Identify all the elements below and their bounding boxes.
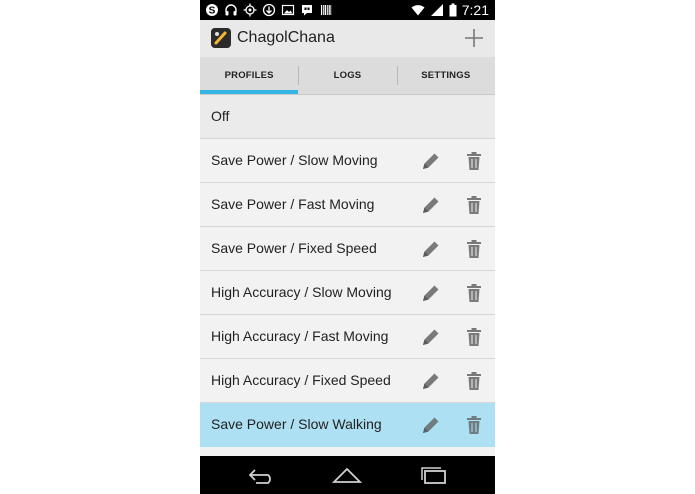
battery-icon	[449, 3, 457, 17]
pencil-icon[interactable]	[421, 415, 441, 435]
trash-icon[interactable]	[466, 415, 482, 435]
recent-apps-icon[interactable]	[419, 465, 449, 485]
navigation-bar	[200, 456, 495, 494]
profile-label: Save Power / Slow Walking	[211, 416, 382, 432]
profile-row[interactable]: High Accuracy / Fast Moving	[200, 315, 495, 359]
pencil-icon[interactable]	[421, 239, 441, 259]
profile-row-off[interactable]: Off	[200, 95, 495, 139]
signal-icon	[430, 4, 443, 16]
phone-screen: S 7:21 ChagolChana PROFILES LOGS SETTING…	[200, 0, 495, 494]
profile-label: High Accuracy / Fast Moving	[211, 328, 389, 344]
tab-logs[interactable]: LOGS	[298, 57, 396, 94]
profile-label: High Accuracy / Fixed Speed	[211, 372, 391, 388]
pencil-icon[interactable]	[421, 327, 441, 347]
hangouts-icon	[302, 5, 312, 16]
trash-icon[interactable]	[466, 151, 482, 171]
svg-text:S: S	[209, 6, 216, 17]
profile-row-selected[interactable]: Save Power / Slow Walking	[200, 403, 495, 447]
headphones-icon	[225, 4, 237, 16]
status-notification-icons: S	[205, 2, 333, 18]
pencil-icon[interactable]	[421, 371, 441, 391]
download-icon	[262, 3, 276, 17]
plus-icon[interactable]	[462, 26, 486, 50]
profile-list: Off Save Power / Slow Moving Save Power …	[200, 95, 495, 447]
profile-label: Save Power / Fast Moving	[211, 196, 375, 212]
app-title: ChagolChana	[237, 29, 335, 46]
image-icon	[281, 4, 295, 16]
wifi-icon	[411, 5, 425, 16]
trash-icon[interactable]	[466, 371, 482, 391]
tab-label: LOGS	[333, 70, 362, 81]
trash-icon[interactable]	[466, 283, 482, 303]
profile-label: High Accuracy / Slow Moving	[211, 284, 392, 300]
trash-icon[interactable]	[466, 327, 482, 347]
tab-settings[interactable]: SETTINGS	[396, 57, 495, 94]
home-icon[interactable]	[331, 465, 363, 485]
pencil-icon[interactable]	[421, 283, 441, 303]
barcode-icon	[321, 5, 332, 15]
status-system-icons: 7:21	[411, 0, 489, 20]
app-logo-icon	[211, 28, 231, 48]
profile-row[interactable]: High Accuracy / Fixed Speed	[200, 359, 495, 403]
profile-row[interactable]: Save Power / Fast Moving	[200, 183, 495, 227]
trash-icon[interactable]	[466, 239, 482, 259]
clock: 7:21	[461, 2, 489, 18]
action-bar: ChagolChana	[200, 20, 495, 57]
trash-icon[interactable]	[466, 195, 482, 215]
tab-bar: PROFILES LOGS SETTINGS	[200, 57, 495, 94]
tab-label: PROFILES	[224, 70, 274, 81]
status-bar: S 7:21	[200, 0, 495, 20]
profile-row[interactable]: Save Power / Fixed Speed	[200, 227, 495, 271]
pencil-icon[interactable]	[421, 151, 441, 171]
skype-icon: S	[206, 4, 218, 17]
profile-label: Save Power / Slow Moving	[211, 152, 378, 168]
profile-label: Off	[211, 108, 230, 124]
tab-label: SETTINGS	[421, 70, 471, 81]
back-icon[interactable]	[246, 465, 276, 485]
profile-label: Save Power / Fixed Speed	[211, 240, 377, 256]
profile-row[interactable]: Save Power / Slow Moving	[200, 139, 495, 183]
tab-profiles[interactable]: PROFILES	[200, 57, 299, 94]
profile-row[interactable]: High Accuracy / Slow Moving	[200, 271, 495, 315]
gps-icon	[243, 3, 257, 17]
pencil-icon[interactable]	[421, 195, 441, 215]
